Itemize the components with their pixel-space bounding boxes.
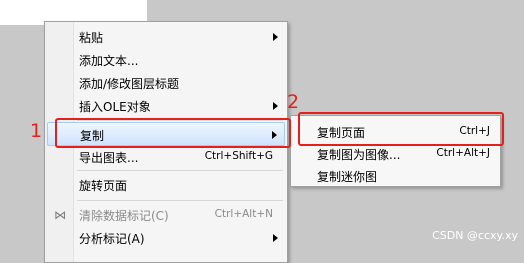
menu-item-rotate-page[interactable]: 旋转页面 <box>47 174 285 196</box>
menu-item-paste[interactable]: 粘贴 <box>47 26 285 48</box>
menu-item-label: 清除数据标记(C) <box>79 209 169 223</box>
menu-item-label: 导出图表... <box>79 151 139 165</box>
menu-item-add-text[interactable]: 添加文本... <box>47 49 285 71</box>
menu-item-insert-ole[interactable]: 插入OLE对象 <box>47 95 285 117</box>
submenu-item-copy-mini[interactable]: 复制迷你图 <box>293 165 498 187</box>
menu-item-label: 分析标记(A) <box>79 232 145 246</box>
annotation-box-1 <box>55 118 291 148</box>
menu-item-shortcut: Ctrl+Shift+G <box>204 150 273 162</box>
menu-separator <box>77 170 283 171</box>
submenu-item-label: 复制迷你图 <box>317 170 378 184</box>
menu-item-label: 插入OLE对象 <box>79 100 151 114</box>
submenu-item-label: 复制图为图像... <box>317 148 401 162</box>
menu-item-shortcut: Ctrl+Alt+N <box>214 208 273 220</box>
menu-item-export-graph[interactable]: 导出图表... Ctrl+Shift+G <box>47 146 285 168</box>
menu-item-label: 旋转页面 <box>79 179 128 193</box>
submenu-arrow-icon <box>273 234 278 242</box>
annotation-box-2 <box>298 112 504 146</box>
menu-item-analysis-markers[interactable]: 分析标记(A) <box>47 227 285 249</box>
menu-separator <box>77 200 283 201</box>
submenu-arrow-icon <box>273 33 278 41</box>
clear-markers-icon: ⋈ <box>54 208 66 222</box>
menu-item-clear-data-markers[interactable]: ⋈ 清除数据标记(C) Ctrl+Alt+N <box>47 204 285 226</box>
menu-item-layer-title[interactable]: 添加/修改图层标题 <box>47 72 285 94</box>
menu-item-label: 添加文本... <box>79 54 139 68</box>
submenu-item-shortcut: Ctrl+Alt+J <box>436 147 490 159</box>
submenu-item-copy-as-image[interactable]: 复制图为图像... Ctrl+Alt+J <box>293 143 498 165</box>
watermark: CSDN @ccxy.xy <box>432 229 518 242</box>
annotation-step-1: 1 <box>30 120 43 142</box>
annotation-step-2: 2 <box>287 91 300 113</box>
menu-item-label: 粘贴 <box>79 31 104 45</box>
menu-item-label: 添加/修改图层标题 <box>79 77 180 91</box>
submenu-arrow-icon <box>273 102 278 110</box>
